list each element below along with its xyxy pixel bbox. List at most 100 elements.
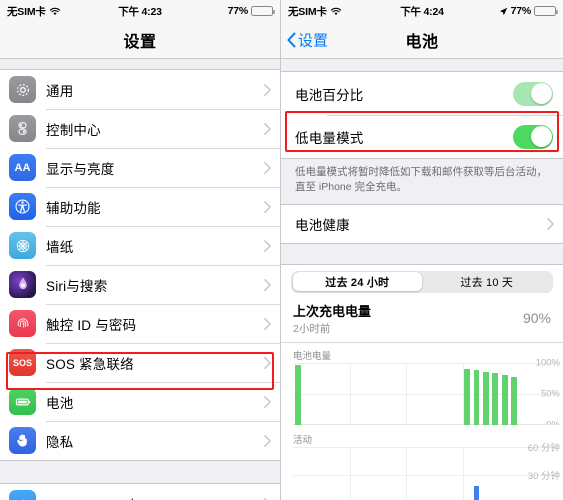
carrier-label: 无SIM卡 (7, 5, 46, 18)
battery-percentage-toggle[interactable] (513, 81, 553, 106)
wallpaper-icon (9, 232, 36, 259)
sidebar-item-label: 墙纸 (46, 239, 74, 255)
row-label: 低电量模式 (295, 130, 364, 146)
chevron-right-icon (264, 434, 271, 447)
y-axis-tick-label: 50% (540, 388, 560, 400)
segment-last-24-hours[interactable]: 过去 24 小时 (292, 272, 422, 292)
chart-bar (511, 377, 518, 425)
chevron-right-icon (264, 239, 271, 252)
sidebar-item-general[interactable]: 通用 (0, 70, 280, 109)
chart-bar (464, 369, 471, 425)
chevron-right-icon (264, 83, 271, 96)
gridline-vertical (349, 446, 351, 500)
nav-bar-left: 设置 (0, 22, 280, 59)
dual-screenshot-container: 无SIM卡 下午 4:23 77% 设置 通用 控制中心 AA 显示与亮度 辅助… (0, 0, 563, 500)
battery-icon-status (534, 6, 558, 16)
gridline-vertical (406, 362, 407, 425)
battery-icon (9, 388, 36, 415)
siri-icon (9, 271, 36, 298)
status-left-group: 无SIM卡 (288, 4, 342, 19)
status-bar-left: 无SIM卡 下午 4:23 77% (0, 0, 280, 22)
battery-top-gap (281, 59, 563, 71)
battery-screen: 无SIM卡 下午 4:24 77% 设置 电池 电池百分比 低电量模式 低电量模… (281, 0, 563, 500)
location-arrow-icon (499, 7, 507, 15)
chevron-right-icon (264, 122, 271, 135)
chart-bar (294, 364, 301, 425)
settings-group-separator (0, 461, 280, 483)
segment-last-10-days[interactable]: 过去 10 天 (422, 272, 552, 291)
status-bar-right: 无SIM卡 下午 4:24 77% (281, 0, 563, 22)
last-charge-text-group: 上次充电电量 2小时前 (293, 301, 371, 336)
chevron-right-icon (264, 356, 271, 369)
chevron-right-icon (264, 161, 271, 174)
chart-bar (473, 370, 480, 425)
chart-bar (492, 372, 499, 425)
chart-bar (473, 486, 480, 500)
sidebar-item-label: 通用 (46, 83, 74, 99)
chevron-right-icon (264, 317, 271, 330)
page-title: 设置 (123, 34, 157, 51)
battery-toggle-group: 电池百分比 低电量模式 (281, 71, 563, 159)
page-title: 电池 (405, 34, 439, 51)
battery-health-group: 电池健康 (281, 203, 563, 244)
chevron-right-icon (264, 200, 271, 213)
sidebar-item-touch-id-passcode[interactable]: 触控 ID 与密码 (0, 304, 280, 343)
row-label: 电池百分比 (295, 87, 364, 103)
sidebar-item-label: 电池 (46, 395, 74, 411)
battery-icon-status (251, 6, 275, 16)
sidebar-item-emergency-sos[interactable]: SOS SOS 紧急联络 (0, 343, 280, 382)
row-label: 电池健康 (295, 217, 350, 233)
sidebar-item-battery[interactable]: 电池 (0, 382, 280, 421)
sidebar-item-itunes-appstore[interactable]: iTunes Store 与 App Store (0, 484, 280, 500)
low-power-mode-toggle[interactable] (513, 124, 553, 149)
carrier-label: 无SIM卡 (288, 5, 327, 18)
sidebar-item-accessibility[interactable]: 辅助功能 (0, 187, 280, 226)
last-charge-value: 90% (522, 310, 551, 327)
gridline-vertical (462, 446, 464, 500)
gridline-vertical (349, 362, 351, 425)
activity-chart-title: 活动 (293, 434, 313, 446)
chevron-left-icon (287, 32, 296, 48)
sos-icon: SOS (9, 349, 36, 376)
sidebar-item-display-brightness[interactable]: AA 显示与亮度 (0, 148, 280, 187)
usage-section: 过去 24 小时 过去 10 天 上次充电电量 2小时前 90% 电池电量 10… (281, 263, 563, 500)
sidebar-item-control-center[interactable]: 控制中心 (0, 109, 280, 148)
sidebar-item-label: 隐私 (46, 434, 74, 450)
settings-screen: 无SIM卡 下午 4:23 77% 设置 通用 控制中心 AA 显示与亮度 辅助… (0, 0, 281, 500)
battery-section-gap (281, 243, 563, 264)
last-charge-title: 上次充电电量 (293, 303, 372, 319)
chevron-right-icon (547, 217, 554, 230)
sidebar-item-label: 触控 ID 与密码 (46, 317, 137, 333)
gridline (293, 446, 557, 448)
gridline (293, 393, 557, 395)
accessibility-icon (9, 193, 36, 220)
nav-bar-right: 设置 电池 (281, 22, 563, 59)
status-right-group: 77% (227, 5, 275, 17)
sidebar-item-label: SOS 紧急联络 (46, 356, 134, 372)
chart-bar (501, 374, 508, 425)
activity-plot: 60 分钟 30 分钟 (293, 443, 560, 500)
battery-level-chart-title: 电池电量 (293, 350, 332, 362)
back-button-label: 设置 (298, 32, 329, 50)
time-range-segmented-control[interactable]: 过去 24 小时 过去 10 天 (291, 270, 553, 293)
row-low-power-mode[interactable]: 低电量模式 (281, 115, 563, 158)
last-charge-subtitle: 2小时前 (293, 322, 331, 335)
battery-percent-label: 77% (510, 5, 532, 17)
sidebar-item-privacy[interactable]: 隐私 (0, 421, 280, 460)
wifi-icon (49, 7, 60, 15)
sidebar-item-label: 控制中心 (46, 122, 101, 138)
back-button[interactable]: 设置 (287, 30, 328, 51)
y-axis-tick-label: 60 分钟 (527, 442, 560, 454)
sidebar-item-label: 显示与亮度 (46, 161, 115, 177)
gridline-vertical (406, 446, 407, 500)
sidebar-item-siri-search[interactable]: Siri与搜索 (0, 265, 280, 304)
row-battery-percentage[interactable]: 电池百分比 (281, 72, 563, 115)
privacy-hand-icon (9, 427, 36, 454)
y-axis-tick-label: 30 分钟 (527, 470, 560, 482)
gridline (293, 362, 557, 364)
chevron-right-icon (264, 395, 271, 408)
battery-percent-label: 77% (227, 5, 249, 17)
wifi-icon (330, 7, 341, 15)
row-battery-health[interactable]: 电池健康 (281, 204, 563, 243)
sidebar-item-wallpaper[interactable]: 墙纸 (0, 226, 280, 265)
